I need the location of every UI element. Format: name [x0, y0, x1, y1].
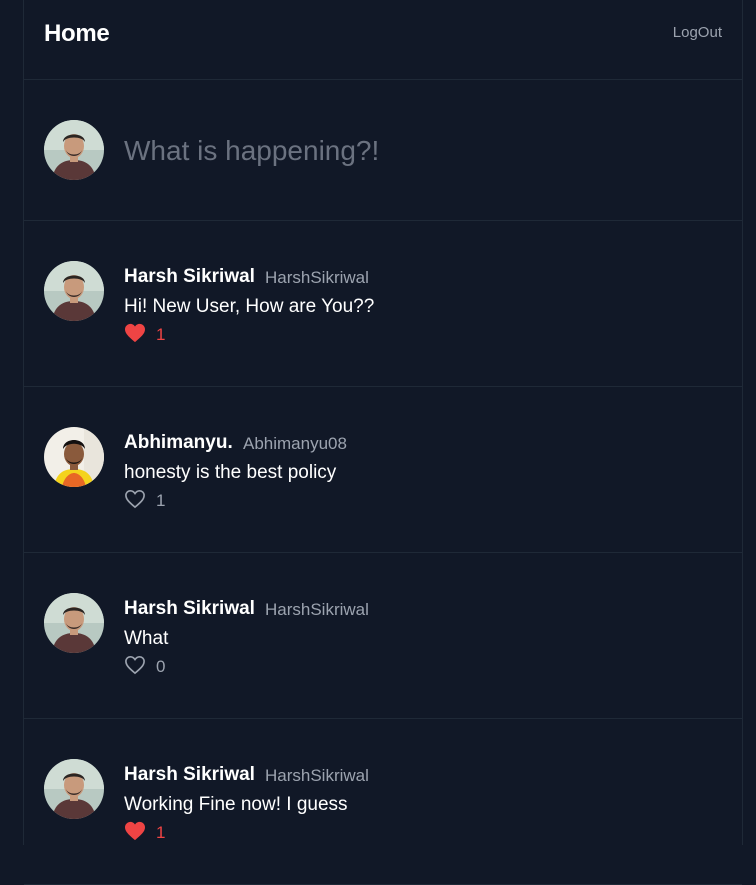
- page-title: Home: [44, 20, 110, 47]
- post-text: Hi! New User, How are You??: [124, 296, 375, 317]
- avatar[interactable]: [44, 593, 104, 653]
- like-button[interactable]: 1: [124, 821, 166, 846]
- post: Harsh Sikriwal HarshSikriwal Hi! New User,…: [24, 221, 742, 387]
- avatar[interactable]: [44, 759, 104, 819]
- like-button[interactable]: 1: [124, 323, 166, 348]
- avatar[interactable]: [44, 427, 104, 487]
- like-count: 1: [156, 325, 166, 344]
- post-author-name[interactable]: Harsh Sikriwal: [124, 266, 255, 288]
- post-author-name[interactable]: Abhimanyu.: [124, 432, 233, 454]
- compose-input[interactable]: What is happening?!: [124, 135, 379, 167]
- post-text: What: [124, 628, 169, 649]
- heart-outline-icon[interactable]: [124, 489, 146, 514]
- heart-filled-icon[interactable]: [124, 323, 146, 348]
- post-text: Working Fine now! I guess: [124, 794, 348, 815]
- top-bar: Home LogOut: [24, 0, 742, 80]
- post-author-handle[interactable]: HarshSikriwal: [265, 600, 369, 620]
- avatar[interactable]: [44, 261, 104, 321]
- post-author-handle[interactable]: HarshSikriwal: [265, 268, 369, 288]
- like-button[interactable]: 0: [124, 655, 166, 680]
- compose-box: What is happening?!: [24, 80, 742, 221]
- avatar[interactable]: [44, 120, 104, 180]
- post: Harsh Sikriwal HarshSikriwal What 0: [24, 553, 742, 719]
- post-author-handle[interactable]: HarshSikriwal: [265, 766, 369, 786]
- post-author-handle[interactable]: Abhimanyu08: [243, 434, 347, 454]
- heart-outline-icon[interactable]: [124, 655, 146, 680]
- like-count: 1: [156, 823, 166, 842]
- like-count: 0: [156, 657, 166, 676]
- post-author-name[interactable]: Harsh Sikriwal: [124, 764, 255, 786]
- heart-filled-icon[interactable]: [124, 821, 146, 846]
- post-text: honesty is the best policy: [124, 462, 337, 483]
- post: Harsh Sikriwal HarshSikriwal Working Fine …: [24, 719, 742, 885]
- logout-button[interactable]: LogOut: [673, 24, 722, 41]
- post-author-name[interactable]: Harsh Sikriwal: [124, 598, 255, 620]
- like-count: 1: [156, 491, 166, 510]
- like-button[interactable]: 1: [124, 489, 166, 514]
- feed-column: Home LogOut What is happening?! Harsh Si…: [23, 0, 743, 885]
- post: Abhimanyu. Abhimanyu08 honesty is the best…: [24, 387, 742, 553]
